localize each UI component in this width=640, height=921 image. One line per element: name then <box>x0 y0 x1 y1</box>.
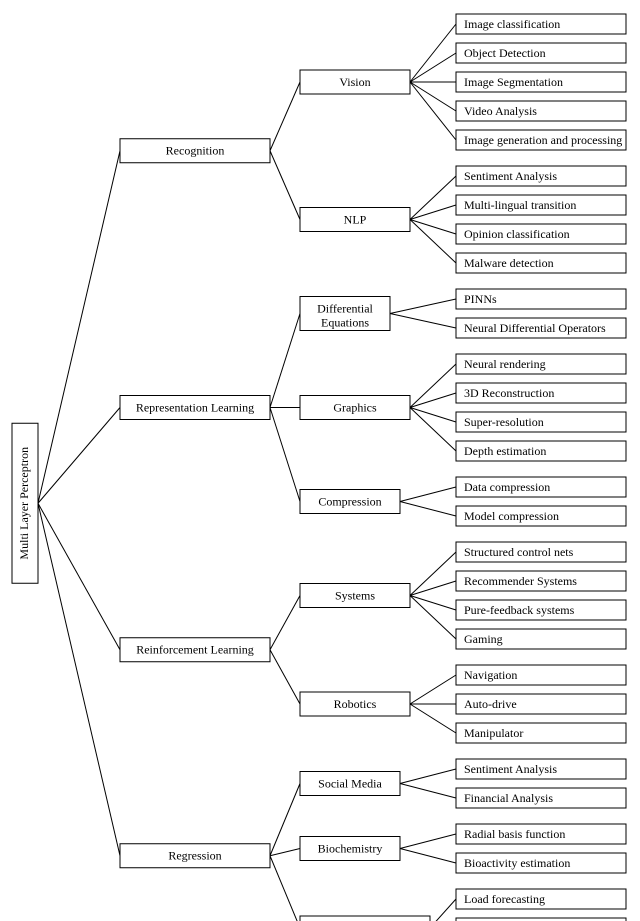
connector <box>410 205 456 220</box>
connector <box>270 596 300 650</box>
connector <box>410 220 456 264</box>
connector <box>390 299 456 314</box>
leaf-label: Load forecasting <box>464 892 545 906</box>
leaf-label: Recommender Systems <box>464 574 577 588</box>
leaf-label: Neural Differential Operators <box>464 321 606 335</box>
leaf-label: Sentiment Analysis <box>464 169 557 183</box>
connector <box>410 596 456 640</box>
connector <box>38 408 120 504</box>
connector <box>270 151 300 220</box>
group-label: NLP <box>344 212 367 226</box>
group-label: Systems <box>335 588 375 602</box>
leaf-label: Model compression <box>464 509 559 523</box>
connector <box>400 834 456 849</box>
connector <box>270 408 300 502</box>
connector <box>410 53 456 82</box>
group-label: Biochemistry <box>318 841 383 855</box>
connector <box>410 176 456 220</box>
leaf-label: Opinion classification <box>464 227 570 241</box>
connector <box>400 784 456 799</box>
group-label: Robotics <box>334 697 377 711</box>
leaf-label: Bioactivity estimation <box>464 856 570 870</box>
connector <box>270 784 300 856</box>
connector <box>38 503 120 856</box>
leaf-label: Radial basis function <box>464 827 565 841</box>
category-label: Recognition <box>166 144 225 158</box>
connector <box>410 82 456 111</box>
connector <box>400 769 456 784</box>
group-label: Graphics <box>333 400 377 414</box>
leaf-label: Structured control nets <box>464 545 574 559</box>
leaf-label: Super-resolution <box>464 415 544 429</box>
connector <box>400 502 456 517</box>
leaf-label: PINNs <box>464 292 497 306</box>
leaf-label: Image classification <box>464 17 560 31</box>
connector <box>270 849 300 856</box>
category-label: Representation Learning <box>136 400 254 414</box>
leaf-label: Gaming <box>464 632 503 646</box>
leaf-label: Data compression <box>464 480 550 494</box>
connector <box>410 82 456 140</box>
connector <box>410 704 456 733</box>
connector <box>410 393 456 408</box>
connector <box>410 220 456 235</box>
connector <box>410 24 456 82</box>
group-label: Differential <box>317 301 373 315</box>
leaf-label: Auto-drive <box>464 697 517 711</box>
leaf-label: 3D Reconstruction <box>464 386 554 400</box>
leaf-label: Image generation and processing <box>464 133 622 147</box>
connector <box>410 364 456 408</box>
group-label: Social Media <box>318 776 382 790</box>
connector <box>270 856 300 921</box>
leaf-label: Image Segmentation <box>464 75 563 89</box>
connector <box>430 899 456 921</box>
group-label: Compression <box>318 494 381 508</box>
root-label: Multi Layer Perceptron <box>17 447 31 560</box>
connector <box>270 82 300 151</box>
connector <box>390 314 456 329</box>
leaf-label: Financial Analysis <box>464 791 553 805</box>
leaf-label: Multi-lingual transition <box>464 198 576 212</box>
category-label: Reinforcement Learning <box>136 643 254 657</box>
leaf-label: Pure-feedback systems <box>464 603 575 617</box>
connector <box>270 314 300 408</box>
leaf-label: Neural rendering <box>464 357 546 371</box>
mlp-taxonomy-diagram: Image classification Object Detection Imag… <box>0 0 640 921</box>
leaf-label: Video Analysis <box>464 104 537 118</box>
connector <box>400 487 456 502</box>
leaf-label: Malware detection <box>464 256 554 270</box>
group-label: Vision <box>339 75 370 89</box>
connector <box>410 596 456 611</box>
connector <box>38 151 120 504</box>
leaf-label: Depth estimation <box>464 444 546 458</box>
connector <box>410 408 456 423</box>
leaf-label: Navigation <box>464 668 517 682</box>
connector <box>270 650 300 704</box>
connector <box>38 503 120 650</box>
leaf-label: Object Detection <box>464 46 546 60</box>
leaf-label: Sentiment Analysis <box>464 762 557 776</box>
connector <box>410 581 456 596</box>
connector <box>410 552 456 596</box>
category-label: Regression <box>168 849 221 863</box>
leaf-label: Manipulator <box>464 726 523 740</box>
connector <box>400 849 456 864</box>
group-label: Equations <box>321 315 369 329</box>
connector <box>410 675 456 704</box>
connector <box>410 408 456 452</box>
